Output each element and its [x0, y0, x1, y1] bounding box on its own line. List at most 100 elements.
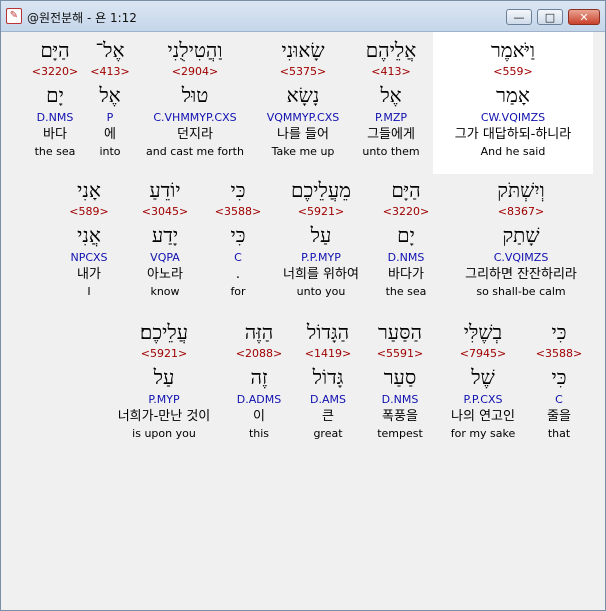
korean-gloss: 줄을	[547, 409, 571, 424]
word-block[interactable]: הַיָּם <3220> יָם D.NMS 바다가 the sea	[377, 176, 435, 300]
word-block[interactable]: הַזֶּה <2088> זֶה D.ADMS 이 this	[229, 318, 289, 442]
hebrew-word: שָׂאוּנִי	[281, 38, 325, 62]
hebrew-word: בְשֶׁלִּי	[463, 320, 503, 344]
parsing-code: P.P.CXS	[463, 393, 503, 406]
hebrew-word: כִּי	[551, 320, 567, 344]
parsing-code: C.VQIMZS	[493, 251, 549, 264]
strong-number[interactable]: <5921>	[271, 204, 371, 220]
korean-gloss: 바다	[43, 127, 67, 142]
strong-number[interactable]: <2088>	[229, 346, 289, 362]
app-window: ✎ @원전분해 - 욘 1:12 — □ ✕ וַיֹּאמֶר <559> א…	[0, 0, 606, 611]
strong-number[interactable]: <3588>	[531, 346, 587, 362]
close-button[interactable]: ✕	[568, 9, 600, 25]
korean-gloss: 바다가	[388, 267, 424, 282]
minimize-button[interactable]: —	[506, 9, 532, 25]
korean-gloss: 큰	[322, 409, 334, 424]
english-gloss: I	[87, 285, 91, 298]
korean-gloss: 너희를 위하여	[283, 267, 359, 282]
korean-gloss: 이	[253, 409, 265, 424]
hebrew-lemma: יָם	[397, 223, 415, 247]
strong-number[interactable]: <589>	[61, 204, 117, 220]
window-title: @원전분해 - 욘 1:12	[27, 11, 137, 25]
word-block[interactable]: הַסַּעַר <5591> סַעַר D.NMS 폭풍을 tempest	[367, 318, 433, 442]
word-block[interactable]: אֶל־ <413> אֶל P 에 into	[85, 36, 135, 160]
korean-gloss: 내가	[77, 267, 101, 282]
korean-gloss: 그리하면 잔잔하리라	[465, 267, 577, 282]
hebrew-lemma: יָדַע	[151, 223, 179, 247]
english-gloss: so shall-be calm	[476, 285, 566, 298]
korean-gloss: 그가 대답하되-하니라	[454, 127, 572, 142]
strong-number[interactable]: <8367>	[453, 204, 589, 220]
hebrew-lemma: כִּי	[551, 365, 567, 389]
english-gloss: unto you	[296, 285, 346, 298]
hebrew-lemma: שֶׁל	[471, 365, 495, 389]
hebrew-lemma: גָּדוֹל	[312, 365, 344, 389]
hebrew-lemma: אָמַר	[496, 83, 530, 107]
interlinear-panel: וַיֹּאמֶר <559> אָמַר CW.VQIMZS 그가 대답하되-…	[5, 32, 601, 606]
hebrew-lemma: נָשָׂא	[286, 83, 320, 107]
word-block[interactable]: הַיָּם <3220> יָם D.NMS 바다 the sea	[27, 36, 83, 160]
korean-gloss: .	[235, 267, 241, 282]
strong-number[interactable]: <1419>	[295, 346, 361, 362]
title-bar[interactable]: ✎ @원전분해 - 욘 1:12 — □ ✕	[1, 1, 605, 32]
word-block[interactable]: יוֹדֵעַ <3045> יָדַע VQPA 아노라 know	[133, 176, 197, 300]
word-block[interactable]: כִּי <3588> כִּי C 줄을 that	[531, 318, 587, 442]
word-block[interactable]: בְשֶׁלִּי <7945> שֶׁל P.P.CXS 나의 연고인 for…	[441, 318, 525, 442]
parsing-code: VQMMYP.CXS	[266, 111, 340, 124]
word-block[interactable]: עֲלֵיכֶם׃ <5921> עַל P.MYP 너희가-만난 것이 is …	[105, 318, 223, 442]
parsing-code: P.MYP	[148, 393, 180, 406]
hebrew-word: הַסַּעַר	[377, 320, 423, 344]
hebrew-word: כִּי	[230, 178, 246, 202]
english-gloss: for	[230, 285, 246, 298]
hebrew-word: וְיִשְׁתֹּק	[497, 178, 545, 202]
hebrew-lemma: אֶל	[99, 83, 121, 107]
korean-gloss: 그들에게	[367, 127, 415, 142]
strong-number[interactable]: <7945>	[441, 346, 525, 362]
hebrew-lemma: עַל	[310, 223, 332, 247]
hebrew-word: וַהֲטִילֻנִי	[167, 38, 223, 62]
strong-number[interactable]: <5591>	[367, 346, 433, 362]
korean-gloss: 너희가-만난 것이	[117, 409, 211, 424]
strong-number[interactable]: <5375>	[255, 64, 351, 80]
word-block[interactable]: אָנִי <589> אֲנִי NPCXS 내가 I	[61, 176, 117, 300]
strong-number[interactable]: <413>	[85, 64, 135, 80]
korean-gloss: 아노라	[147, 267, 183, 282]
strong-number[interactable]: <2904>	[139, 64, 251, 80]
korean-gloss: 에	[104, 127, 116, 142]
app-logo-icon[interactable]: ✎	[6, 8, 22, 24]
strong-number[interactable]: <559>	[433, 64, 593, 80]
maximize-button[interactable]: □	[537, 9, 563, 25]
hebrew-word: עֲלֵיכֶם׃	[139, 320, 189, 344]
word-block[interactable]: שָׂאוּנִי <5375> נָשָׂא VQMMYP.CXS 나를 들어…	[255, 36, 351, 160]
word-block[interactable]: הַגָּדוֹל <1419> גָּדוֹל D.AMS 큰 great	[295, 318, 361, 442]
parsing-code: CW.VQIMZS	[480, 111, 546, 124]
strong-number[interactable]: <5921>	[105, 346, 223, 362]
hebrew-word: יוֹדֵעַ	[149, 178, 181, 202]
korean-gloss: 폭풍을	[382, 409, 418, 424]
parsing-code: VQPA	[150, 251, 180, 264]
word-block[interactable]: וְיִשְׁתֹּק <8367> שָׁתַק C.VQIMZS 그리하면 …	[453, 176, 589, 300]
korean-gloss: 나의 연고인	[451, 409, 515, 424]
hebrew-word: הַיָּם	[391, 178, 421, 202]
word-block[interactable]: כִּי <3588> כִּי C . for	[213, 176, 263, 300]
strong-number[interactable]: <3588>	[213, 204, 263, 220]
word-block[interactable]: וַיֹּאמֶר <559> אָמַר CW.VQIMZS 그가 대답하되-…	[433, 32, 593, 174]
word-block[interactable]: וַהֲטִילֻנִי <2904> טוּל C.VHMMYP.CXS 던지…	[139, 36, 251, 160]
hebrew-word: הַגָּדוֹל	[306, 320, 350, 344]
parsing-code: D.NMS	[36, 111, 74, 124]
word-block[interactable]: אֲלֵיהֶם <413> אֶל P.MZP 그들에게 unto them	[355, 36, 427, 160]
english-gloss: know	[150, 285, 180, 298]
strong-number[interactable]: <3220>	[27, 64, 83, 80]
hebrew-word: וַיֹּאמֶר	[490, 38, 536, 62]
hebrew-lemma: טוּל	[181, 83, 209, 107]
hebrew-lemma: סַעַר	[383, 365, 417, 389]
hebrew-word: אֲלֵיהֶם	[365, 38, 417, 62]
strong-number[interactable]: <3045>	[133, 204, 197, 220]
strong-number[interactable]: <3220>	[377, 204, 435, 220]
english-gloss: that	[547, 427, 571, 440]
word-block[interactable]: מֵעֲלֵיכֶם <5921> עַל P.P.MYP 너희를 위하여 un…	[271, 176, 371, 300]
hebrew-word: מֵעֲלֵיכֶם	[290, 178, 352, 202]
hebrew-lemma: שָׁתַק	[502, 223, 540, 247]
strong-number[interactable]: <413>	[355, 64, 427, 80]
hebrew-lemma: עַל	[153, 365, 175, 389]
